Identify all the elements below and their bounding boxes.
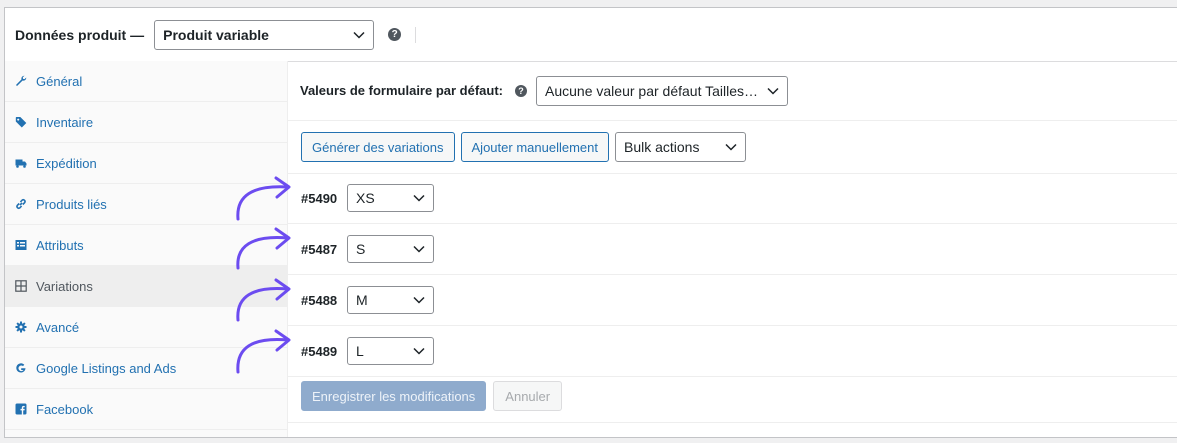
variation-size-value: XS [356, 190, 375, 206]
variations-panel: Valeurs de formulaire par défaut: ? Aucu… [288, 61, 1177, 437]
variation-id: #5489 [301, 343, 338, 359]
help-icon[interactable]: ? [515, 84, 528, 97]
google-icon [15, 362, 27, 374]
tab-label: Facebook [36, 401, 94, 417]
tab-label: Inventaire [36, 114, 94, 130]
product-data-panel: Données produit — Produit variable ? Gén… [4, 7, 1177, 438]
panel-header: Données produit — Produit variable ? [5, 8, 1177, 62]
chevron-down-icon [767, 87, 779, 95]
truck-icon [15, 157, 27, 169]
help-icon[interactable]: ? [388, 28, 402, 41]
bulk-actions-value: Bulk actions [623, 139, 700, 155]
cancel-button[interactable]: Annuler [493, 381, 563, 411]
variation-size-value: L [356, 343, 364, 359]
tab-label: Attributs [36, 237, 84, 253]
tab-attributes[interactable]: Attributs [5, 225, 287, 266]
variations-toolbar: Générer des variations Ajouter manuellem… [288, 121, 1177, 174]
save-changes-button[interactable]: Enregistrer les modifications [301, 381, 487, 411]
variation-size-select[interactable]: S [347, 235, 434, 263]
chevron-down-icon [413, 194, 425, 202]
chevron-down-icon [413, 245, 425, 253]
variation-row[interactable]: #5487 S [288, 224, 1177, 275]
tab-inventory[interactable]: Inventaire [5, 102, 287, 143]
tag-icon [15, 116, 27, 128]
variation-size-select[interactable]: M [347, 286, 434, 314]
tab-label: Expédition [36, 155, 97, 171]
tab-shipping[interactable]: Expédition [5, 143, 287, 184]
product-type-value: Produit variable [163, 26, 269, 43]
tab-label: Google Listings and Ads [36, 360, 177, 376]
list-icon [15, 239, 27, 251]
generate-variations-button[interactable]: Générer des variations [301, 132, 455, 162]
variation-id: #5488 [301, 292, 338, 308]
variation-row[interactable]: #5488 M [288, 275, 1177, 326]
variation-size-select[interactable]: L [347, 337, 434, 365]
bulk-actions-select[interactable]: Bulk actions [614, 132, 746, 162]
variation-id: #5487 [301, 241, 338, 257]
variation-size-select[interactable]: XS [347, 184, 434, 212]
tab-label: Variations [36, 278, 93, 294]
chevron-down-icon [725, 143, 737, 151]
chevron-down-icon [413, 347, 425, 355]
product-data-tabs: Général Inventaire Expédition Produits l… [5, 61, 288, 437]
default-size-value: Aucune valeur par défaut Tailles… [545, 82, 758, 99]
chevron-down-icon [413, 296, 425, 304]
tab-google-listings[interactable]: Google Listings and Ads [5, 348, 287, 389]
gear-icon [15, 321, 27, 333]
variation-id: #5490 [301, 190, 338, 206]
chevron-down-icon [353, 31, 365, 39]
panel-title: Données produit — [15, 26, 145, 43]
tab-advanced[interactable]: Avancé [5, 307, 287, 348]
default-size-select[interactable]: Aucune valeur par défaut Tailles… [536, 75, 789, 106]
variation-size-value: M [356, 292, 368, 308]
variation-row[interactable]: #5490 XS [288, 173, 1177, 224]
tab-variations[interactable]: Variations [5, 266, 287, 307]
tab-linked-products[interactable]: Produits liés [5, 184, 287, 225]
tab-label: Produits liés [36, 196, 107, 212]
tab-label: Général [36, 73, 83, 89]
tab-facebook[interactable]: Facebook [5, 389, 287, 430]
header-divider [415, 26, 417, 43]
variation-size-value: S [356, 241, 366, 257]
default-values-label: Valeurs de formulaire par défaut: [300, 83, 504, 98]
default-values-row: Valeurs de formulaire par défaut: ? Aucu… [288, 61, 1177, 121]
wrench-icon [15, 75, 27, 87]
tab-general[interactable]: Général [5, 61, 287, 102]
link-icon [15, 198, 27, 210]
save-actions-row: Enregistrer les modifications Annuler [288, 370, 1177, 423]
add-manually-button[interactable]: Ajouter manuellement [460, 132, 609, 162]
product-type-select[interactable]: Produit variable [154, 19, 375, 50]
facebook-icon [15, 403, 27, 415]
grid-icon [15, 280, 27, 292]
tab-label: Avancé [36, 319, 80, 335]
